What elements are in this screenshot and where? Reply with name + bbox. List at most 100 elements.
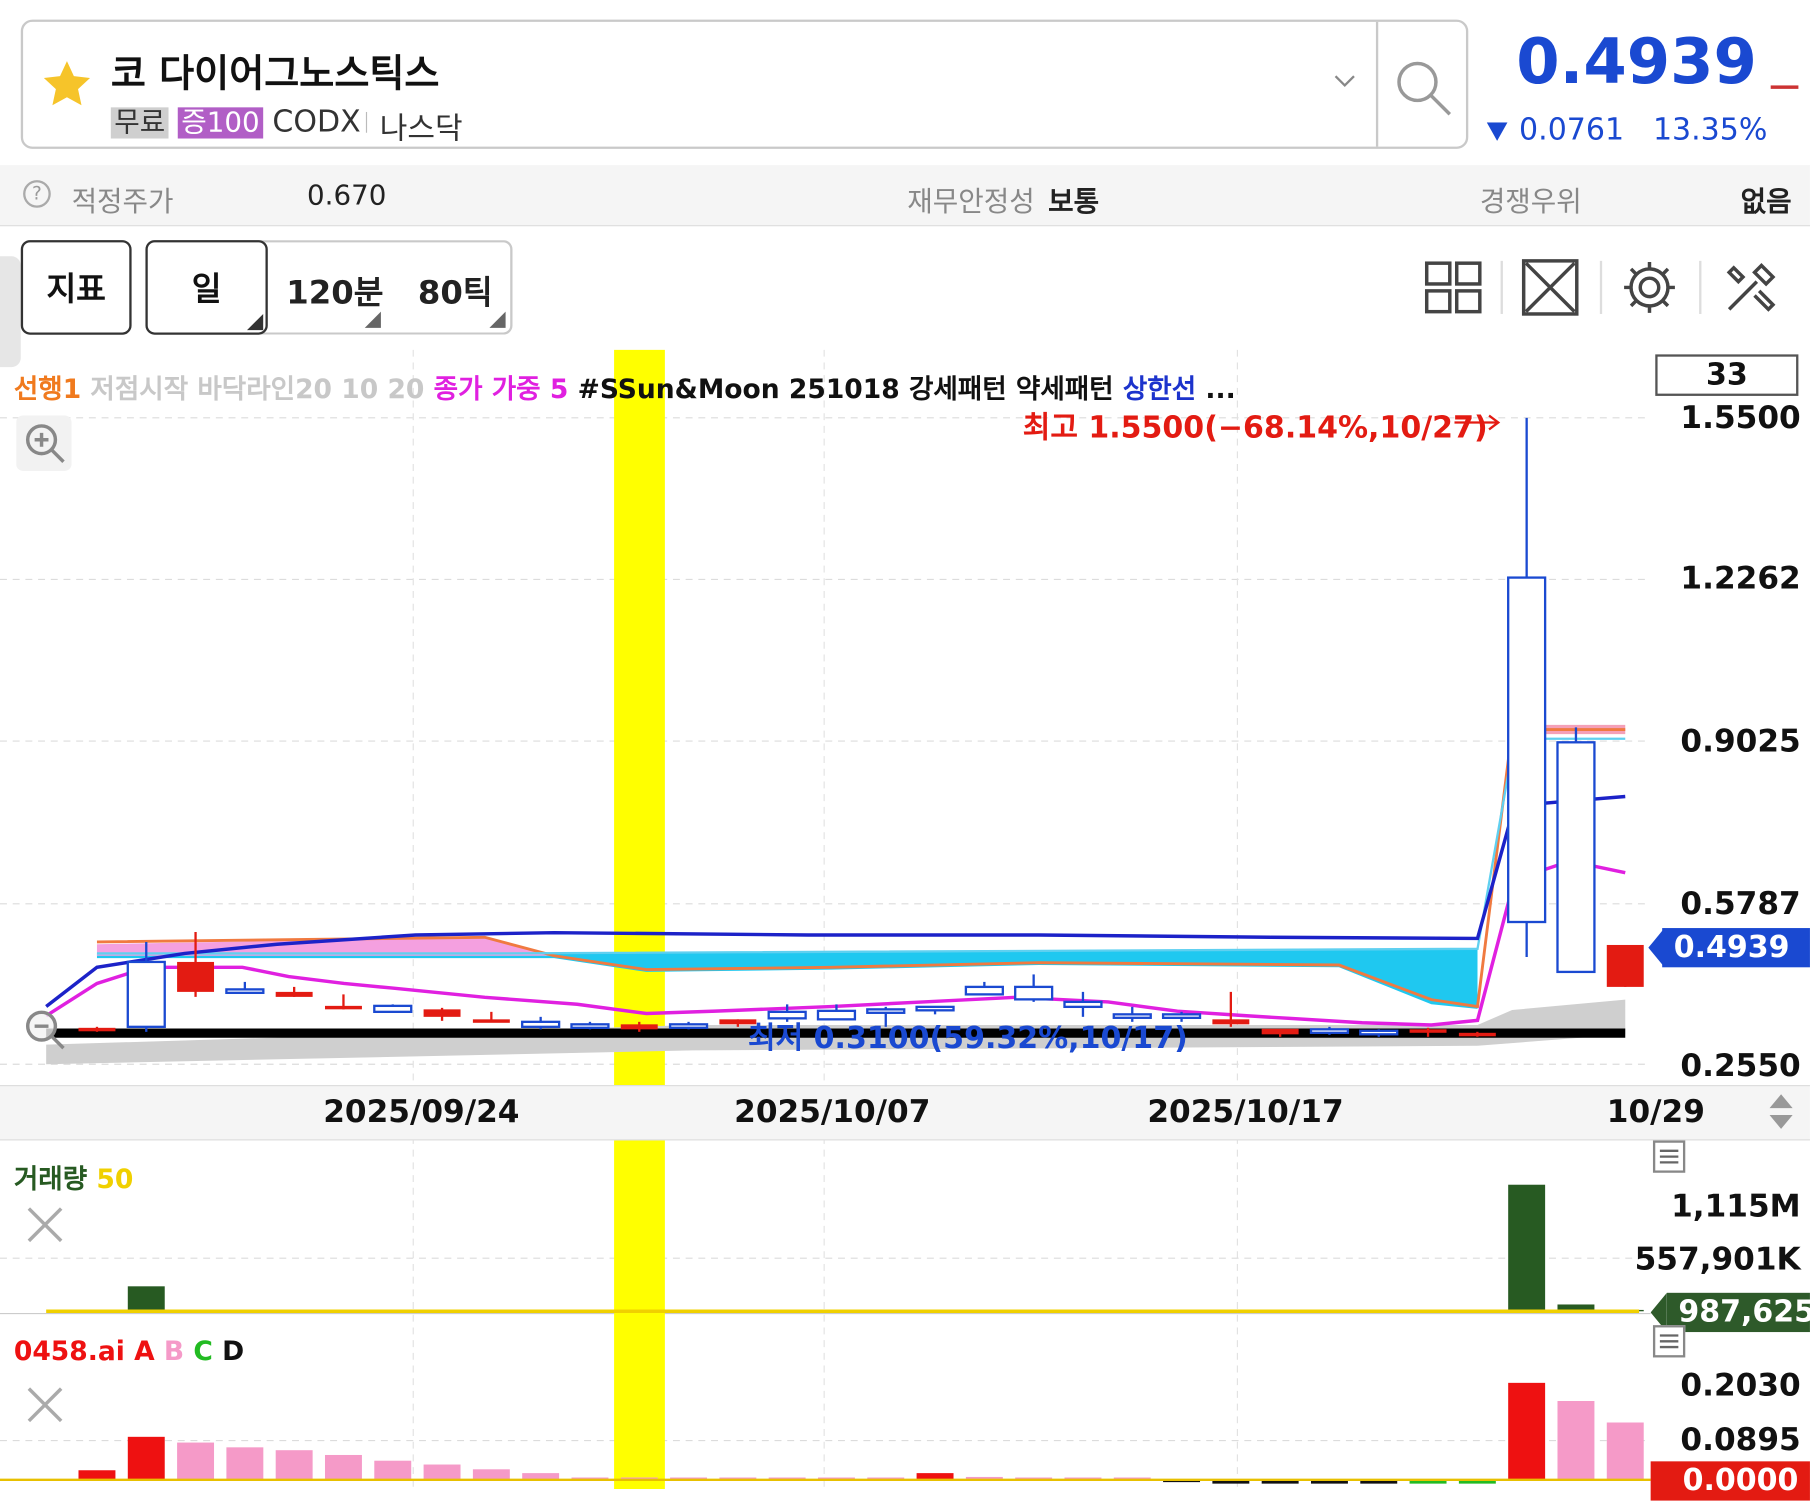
valuation-info-bar: ? 적정주가 0.670 재무안정성 보통 경쟁우위 없음	[0, 165, 1810, 226]
zoom-in-icon[interactable]	[16, 416, 71, 471]
expand-icon[interactable]	[1521, 259, 1579, 317]
close-icon[interactable]	[25, 1385, 64, 1424]
margin-badge: 증100	[178, 107, 263, 138]
legend-item-4: #SSun&Moon 251018 강세패턴 약세패턴	[578, 375, 1114, 405]
candle-body	[966, 987, 1003, 994]
candle-body	[226, 989, 263, 992]
gear-icon[interactable]	[1621, 259, 1679, 317]
current-volume-tag: 987,625	[1667, 1293, 1810, 1332]
date-axis-label: 10/29	[1607, 1094, 1705, 1130]
price-axis-label: 0.9025	[1680, 724, 1800, 760]
candle-body	[571, 1024, 608, 1027]
candle-body	[1459, 1033, 1496, 1036]
stability-label: 재무안정성	[907, 179, 1034, 219]
search-icon[interactable]	[1392, 57, 1457, 122]
stock-selector[interactable]: 코 다이어그노스틱스 무료 증100 CODX 나스닥	[21, 20, 1468, 149]
favorite-star-icon[interactable]	[39, 57, 94, 112]
ai-bar	[177, 1443, 214, 1480]
panel-menu-icon[interactable]	[1653, 1325, 1685, 1357]
fair-price-label: 적정주가	[72, 179, 174, 219]
candle-body	[1262, 1029, 1299, 1034]
ai-bar	[226, 1447, 263, 1479]
volume-bar	[1508, 1185, 1545, 1312]
divider	[1501, 261, 1503, 314]
zoom-out-icon[interactable]	[16, 1002, 71, 1057]
candle-body	[1607, 945, 1644, 987]
stock-chart-app: 코 다이어그노스틱스 무료 증100 CODX 나스닥 0.4939 0.076…	[0, 0, 1810, 1489]
ai-legend: 0458.ai A B C D	[14, 1337, 244, 1367]
ai-bar	[374, 1461, 411, 1480]
candle-body	[325, 1006, 362, 1009]
current-price-tag-arrow	[1648, 928, 1664, 967]
ai-bar	[424, 1465, 461, 1480]
baseline-line	[97, 739, 1625, 954]
free-badge: 무료	[111, 107, 169, 138]
price-underline	[1771, 85, 1799, 88]
chart-legend: 선행1 저점시작 바닥라인20 10 20 종가 가중 5 #SSun&Moon…	[14, 367, 1236, 406]
date-axis-label: 2025/09/24	[323, 1094, 519, 1130]
stability-value: 보통	[1048, 179, 1099, 219]
highlight-band	[614, 350, 665, 1085]
period-80tick-button[interactable]: 80틱	[418, 268, 493, 314]
tools-icon[interactable]	[1722, 259, 1780, 317]
candle-body	[621, 1024, 658, 1029]
close-icon[interactable]	[25, 1205, 64, 1244]
candle-body	[1212, 1019, 1249, 1024]
price-chart[interactable]	[0, 350, 1810, 1489]
advantage-value: 없음	[1741, 179, 1792, 219]
divider	[366, 112, 367, 133]
candle-body	[1015, 987, 1052, 999]
volume-legend: 거래량 50	[14, 1157, 133, 1196]
candle-body	[473, 1019, 510, 1022]
ticker-symbol: CODX	[272, 105, 360, 140]
ai-title: 0458.ai	[14, 1337, 125, 1367]
chart-count-box[interactable]: 33	[1655, 354, 1798, 396]
ai-bar	[325, 1455, 362, 1480]
fair-price-value: 0.670	[307, 179, 386, 211]
down-arrow-icon	[1487, 122, 1508, 140]
panel-menu-icon[interactable]	[1653, 1140, 1685, 1172]
candle-body	[917, 1007, 954, 1010]
right-arrow-icon	[1454, 413, 1505, 431]
highlight-band	[614, 1138, 665, 1489]
volume-bar	[128, 1286, 165, 1311]
candle-body	[276, 992, 313, 997]
current-price: 0.4939	[1516, 25, 1757, 98]
candle-body	[1064, 1002, 1101, 1007]
candle-body	[374, 1006, 411, 1012]
market-name: 나스닥	[380, 105, 463, 148]
ai-label-b: B	[164, 1337, 184, 1367]
period-day-label: 일	[192, 264, 222, 310]
ai-bar	[1607, 1422, 1644, 1479]
help-icon[interactable]: ?	[23, 180, 51, 208]
candle-body	[1360, 1031, 1397, 1034]
price-axis-label: 0.5787	[1680, 887, 1800, 923]
period-80tick-corner	[489, 312, 505, 328]
scroll-arrows-icon[interactable]	[1766, 1092, 1796, 1131]
candle-body	[1311, 1029, 1348, 1032]
indicator-button[interactable]: 지표	[21, 240, 132, 335]
layout-grid-icon[interactable]	[1424, 259, 1482, 317]
date-axis-label: 2025/10/17	[1147, 1094, 1343, 1130]
current-price-tag: 0.4939	[1662, 928, 1810, 967]
divider	[1376, 22, 1378, 147]
legend-more: ...	[1205, 375, 1235, 405]
advantage-label: 경쟁우위	[1480, 179, 1582, 219]
period-day-corner	[247, 314, 263, 330]
candle-body	[670, 1024, 707, 1027]
ai-bar	[1508, 1383, 1545, 1480]
ai-axis-label: 0.2030	[1680, 1368, 1800, 1404]
ai-axis-label: 0.0895	[1680, 1422, 1800, 1458]
volume-axis-label: 557,901K	[1635, 1242, 1801, 1278]
price-change-percent: 13.35%	[1653, 113, 1767, 148]
ai-bar	[1557, 1401, 1594, 1480]
chevron-down-icon[interactable]	[1332, 68, 1357, 93]
ai-label-c: C	[193, 1337, 212, 1367]
ai-label-a: A	[134, 1337, 155, 1367]
candle-body	[128, 962, 165, 1027]
period-120min-button[interactable]: 120분	[286, 268, 383, 314]
price-axis-label: 1.2262	[1680, 561, 1800, 597]
volume-title: 거래량	[14, 1165, 87, 1195]
period-120min-corner	[365, 312, 381, 328]
ai-bar	[128, 1437, 165, 1480]
